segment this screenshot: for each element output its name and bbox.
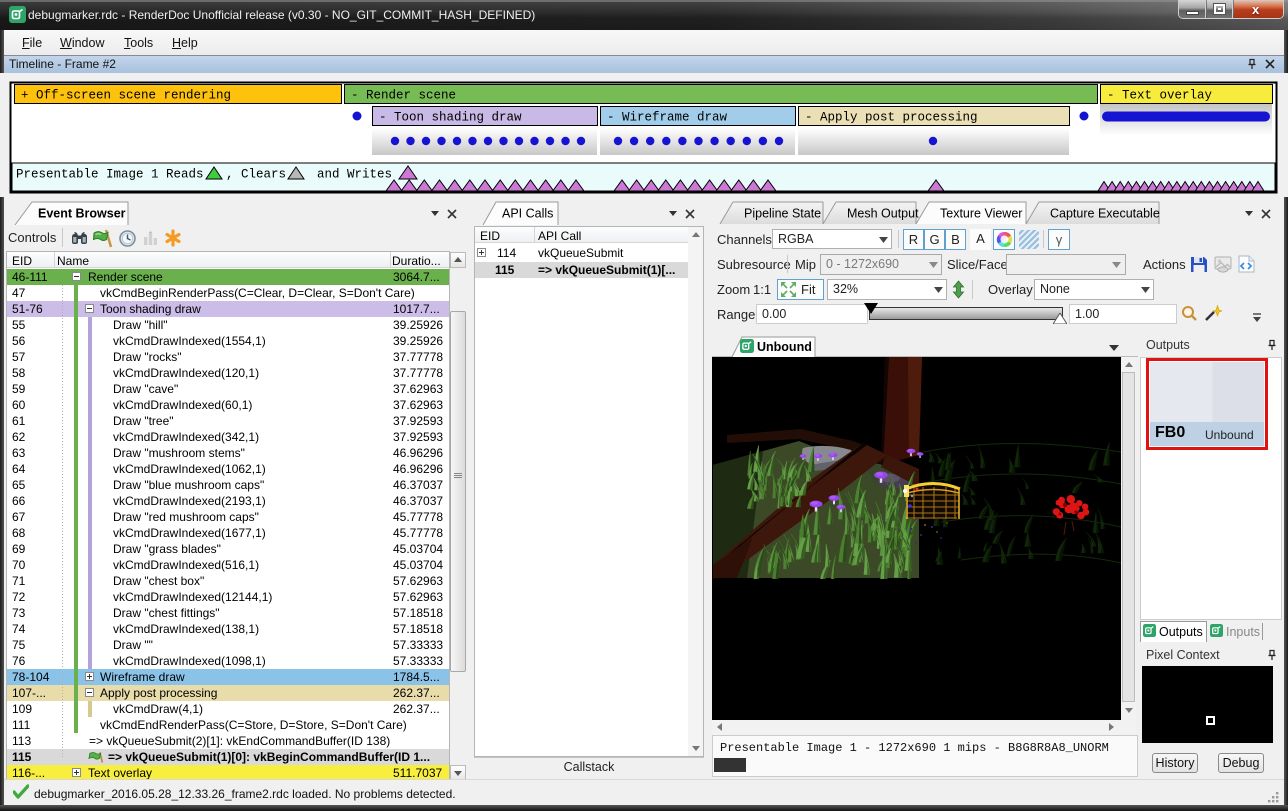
svg-text:- Toon shading draw: - Toon shading draw [379, 111, 522, 125]
svg-text:Mesh Output: Mesh Output [847, 207, 919, 221]
svg-text:API Calls: API Calls [502, 207, 553, 221]
svg-text:and Writes: and Writes [317, 168, 392, 182]
svg-text:- Text overlay: - Text overlay [1107, 89, 1213, 103]
svg-text:Capture Executable: Capture Executable [1050, 207, 1160, 221]
svg-text:Event Browser: Event Browser [38, 207, 126, 221]
svg-text:- Render scene: - Render scene [351, 89, 456, 103]
svg-text:Pipeline State: Pipeline State [744, 207, 821, 221]
svg-text:Texture Viewer: Texture Viewer [940, 207, 1022, 221]
svg-text:Presentable Image 1 Reads: Presentable Image 1 Reads [16, 168, 204, 182]
svg-text:- Wireframe draw: - Wireframe draw [607, 111, 728, 125]
svg-text:, Clears: , Clears [226, 168, 286, 182]
svg-text:- Apply post processing: - Apply post processing [805, 111, 978, 125]
svg-text:+ Off-screen scene rendering: + Off-screen scene rendering [21, 89, 231, 103]
